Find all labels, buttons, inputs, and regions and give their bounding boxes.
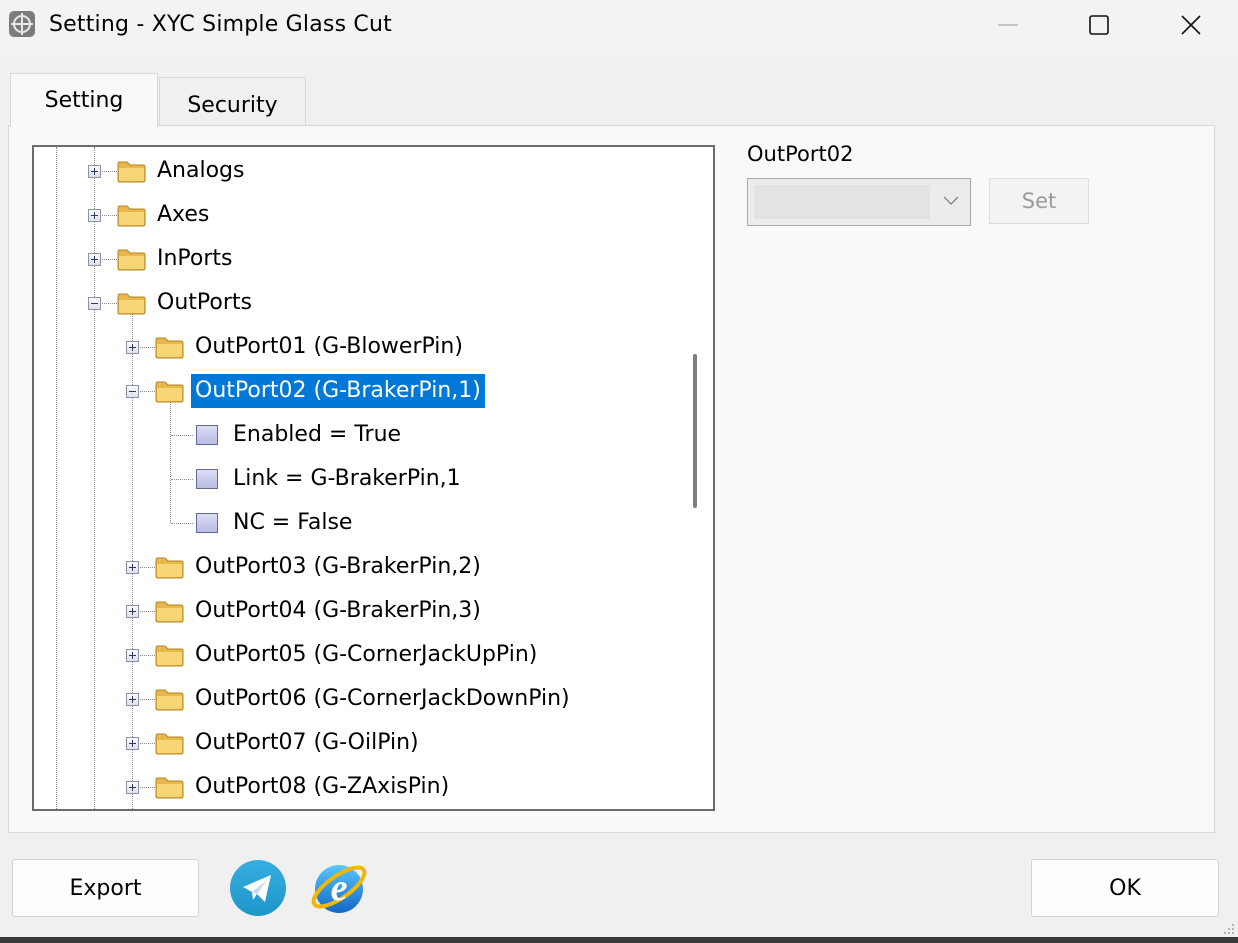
chevron-down-icon xyxy=(943,196,959,206)
ok-button[interactable]: OK xyxy=(1031,859,1219,917)
export-button[interactable]: Export xyxy=(12,859,199,917)
folder-icon xyxy=(155,733,184,755)
minimize-button[interactable] xyxy=(985,0,1031,50)
expand-icon[interactable] xyxy=(126,781,139,794)
folder-icon xyxy=(117,161,146,183)
property-label: OutPort02 xyxy=(747,142,854,166)
maximize-icon xyxy=(1089,15,1109,35)
tree-node-nc[interactable]: NC = False xyxy=(229,506,356,540)
expand-icon[interactable] xyxy=(126,649,139,662)
property-icon xyxy=(196,469,218,489)
set-button[interactable]: Set xyxy=(989,178,1089,224)
tree-node-outport03[interactable]: OutPort03 (G-BrakerPin,2) xyxy=(191,550,485,584)
collapse-icon[interactable] xyxy=(88,297,101,310)
folder-icon xyxy=(155,777,184,799)
tree-node-outport05[interactable]: OutPort05 (G-CornerJackUpPin) xyxy=(191,638,541,672)
folder-icon xyxy=(117,293,146,315)
resize-grip-icon[interactable] xyxy=(1222,922,1236,936)
property-icon xyxy=(196,425,218,445)
title-bar: Setting - XYC Simple Glass Cut xyxy=(0,0,1238,56)
telegram-icon[interactable] xyxy=(229,859,287,917)
close-button[interactable] xyxy=(1168,0,1214,50)
app-crosshair-icon xyxy=(9,11,35,37)
tree-node-link[interactable]: Link = G-BrakerPin,1 xyxy=(229,462,465,496)
tree-line xyxy=(170,399,171,523)
tree-node-outport06[interactable]: OutPort06 (G-CornerJackDownPin) xyxy=(191,682,574,716)
minimize-icon xyxy=(998,24,1018,26)
expand-icon[interactable] xyxy=(88,253,101,266)
tree-line xyxy=(171,435,193,436)
tree-node-analogs[interactable]: Analogs xyxy=(153,154,248,188)
tree-node-outport02[interactable]: OutPort02 (G-BrakerPin,1) xyxy=(191,374,485,408)
tree-node-axes[interactable]: Axes xyxy=(153,198,213,232)
folder-icon xyxy=(117,249,146,271)
folder-icon xyxy=(155,645,184,667)
window-bottom-border xyxy=(0,937,1238,943)
tree-node-outport08[interactable]: OutPort08 (G-ZAxisPin) xyxy=(191,770,453,804)
combo-value xyxy=(754,185,930,219)
settings-tree[interactable]: Analogs Axes InPorts OutPorts OutPort01 … xyxy=(32,145,715,811)
folder-icon xyxy=(155,689,184,711)
tree-line xyxy=(56,147,57,809)
expand-icon[interactable] xyxy=(88,165,101,178)
expand-icon[interactable] xyxy=(126,561,139,574)
folder-icon xyxy=(155,337,184,359)
close-icon xyxy=(1181,15,1201,35)
property-icon xyxy=(196,513,218,533)
folder-icon xyxy=(155,601,184,623)
folder-icon xyxy=(117,205,146,227)
collapse-icon[interactable] xyxy=(126,385,139,398)
maximize-button[interactable] xyxy=(1076,0,1122,50)
folder-icon xyxy=(155,557,184,579)
internet-explorer-icon[interactable]: e xyxy=(308,856,370,918)
tree-node-inports[interactable]: InPorts xyxy=(153,242,237,276)
tree-node-outport07[interactable]: OutPort07 (G-OilPin) xyxy=(191,726,423,760)
expand-icon[interactable] xyxy=(126,737,139,750)
tab-setting[interactable]: Setting xyxy=(10,73,158,127)
tree-node-outport01[interactable]: OutPort01 (G-BlowerPin) xyxy=(191,330,467,364)
tree-line xyxy=(94,147,95,809)
window-title: Setting - XYC Simple Glass Cut xyxy=(49,12,392,37)
expand-icon[interactable] xyxy=(126,341,139,354)
expand-icon[interactable] xyxy=(88,209,101,222)
tree-node-outports[interactable]: OutPorts xyxy=(153,286,256,320)
expand-icon[interactable] xyxy=(126,605,139,618)
tree-scrollbar-thumb[interactable] xyxy=(693,354,697,508)
tree-line xyxy=(171,523,193,524)
folder-icon xyxy=(155,381,184,403)
tree-node-outport04[interactable]: OutPort04 (G-BrakerPin,3) xyxy=(191,594,485,628)
expand-icon[interactable] xyxy=(126,693,139,706)
value-combobox[interactable] xyxy=(747,178,971,226)
tree-line xyxy=(171,479,193,480)
svg-text:e: e xyxy=(331,867,348,909)
tree-node-enabled[interactable]: Enabled = True xyxy=(229,418,405,452)
tab-security[interactable]: Security xyxy=(159,77,306,125)
